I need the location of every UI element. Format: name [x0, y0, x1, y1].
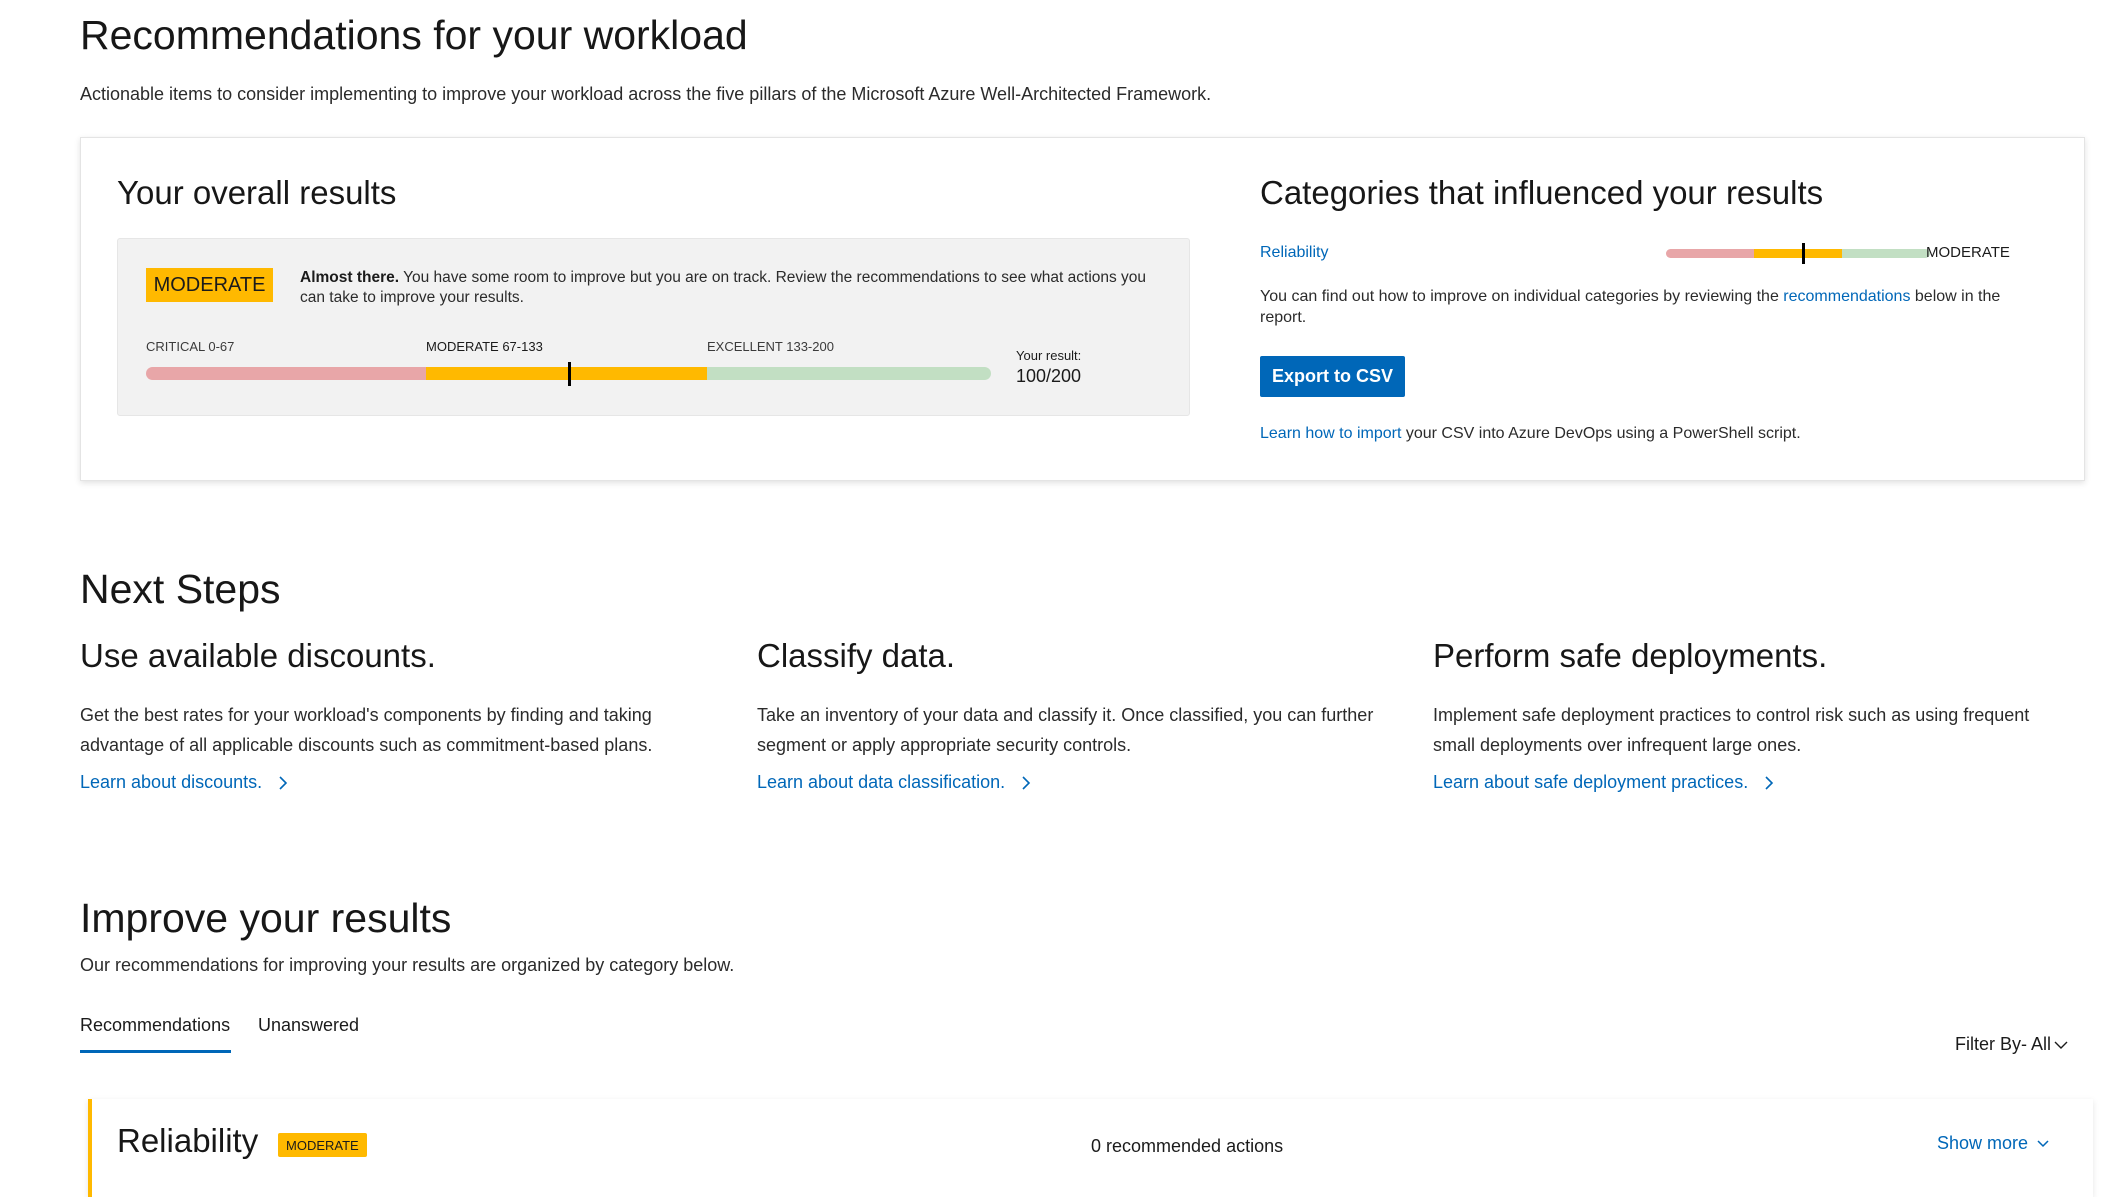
chevron-down-icon — [2037, 1139, 2049, 1147]
step-desc-classify: Take an inventory of your data and class… — [757, 705, 1374, 755]
results-message-bold: Almost there. — [300, 269, 400, 286]
overall-results-box — [117, 238, 1190, 416]
import-description: Learn how to import your CSV into Azure … — [1260, 425, 1801, 443]
step-link-discounts[interactable]: Learn about discounts. — [80, 772, 288, 793]
categories-title: Categories that influenced your results — [1260, 174, 1824, 211]
chevron-down-icon — [2054, 1041, 2068, 1049]
step-desc-discounts: Get the best rates for your workload's c… — [80, 705, 653, 755]
category-bar-excellent — [1842, 249, 1930, 258]
chevron-right-icon — [1765, 775, 1774, 790]
step-title-classify: Classify data. — [757, 637, 956, 674]
learn-import-link[interactable]: Learn how to import — [1260, 425, 1401, 442]
categories-text-before: You can find out how to improve on indiv… — [1260, 288, 1784, 305]
moderate-badge: MODERATE — [146, 268, 273, 302]
next-steps-title: Next Steps — [80, 566, 281, 612]
chevron-right-icon — [1022, 775, 1031, 790]
step-desc-deployments: Implement safe deployment practices to c… — [1433, 705, 2030, 755]
step-link-classify[interactable]: Learn about data classification. — [757, 772, 1031, 793]
chevron-right-icon — [279, 775, 288, 790]
categories-description: You can find out how to improve on indiv… — [1260, 286, 2040, 328]
score-bar-critical — [146, 367, 426, 380]
improve-subtitle: Our recommendations for improving your r… — [80, 955, 735, 975]
step-link-deployments[interactable]: Learn about safe deployment practices. — [1433, 772, 1774, 793]
step-link-classify-label: Learn about data classification. — [757, 772, 1006, 792]
filter-dropdown[interactable]: Filter By- All — [1955, 1034, 2069, 1055]
reliability-card-title: Reliability — [117, 1122, 259, 1159]
filter-label: Filter By- All — [1955, 1034, 2052, 1054]
segment-label-critical: CRITICAL 0-67 — [146, 339, 235, 354]
page-subtitle: Actionable items to consider implementin… — [80, 84, 1212, 104]
show-more-label: Show more — [1937, 1133, 2029, 1153]
page-title: Recommendations for your workload — [80, 12, 748, 58]
overall-results-title: Your overall results — [117, 174, 397, 211]
results-message: Almost there. You have some room to impr… — [300, 268, 1160, 308]
show-more-button[interactable]: Show more — [1937, 1133, 2050, 1154]
category-marker-reliability — [1802, 243, 1806, 264]
step-link-deployments-label: Learn about safe deployment practices. — [1433, 772, 1749, 792]
recommended-actions-count: 0 recommended actions — [1091, 1136, 1284, 1156]
score-bar-moderate — [426, 367, 707, 380]
tab-recommendations[interactable]: Recommendations — [80, 1015, 230, 1036]
score-bar-excellent — [707, 367, 991, 380]
your-result-label: Your result: — [1016, 348, 1082, 363]
recommendations-link[interactable]: recommendations — [1783, 288, 1910, 305]
tab-unanswered[interactable]: Unanswered — [258, 1015, 359, 1036]
segment-label-moderate: MODERATE 67-133 — [426, 339, 543, 354]
step-title-discounts: Use available discounts. — [80, 637, 436, 674]
category-bar-moderate — [1754, 249, 1842, 258]
category-level-reliability: MODERATE — [1926, 244, 2010, 261]
category-bar-critical — [1666, 249, 1754, 258]
tab-active-indicator — [80, 1050, 231, 1053]
step-title-deployments: Perform safe deployments. — [1433, 637, 1828, 674]
import-text-rest: your CSV into Azure DevOps using a Power… — [1401, 425, 1801, 442]
step-link-discounts-label: Learn about discounts. — [80, 772, 263, 792]
reliability-card-badge: MODERATE — [278, 1133, 367, 1157]
category-bar-reliability — [1666, 249, 1930, 258]
your-result-value: 100/200 — [1016, 366, 1082, 386]
page: Recommendations for your workload Action… — [0, 0, 2111, 1197]
category-link-reliability[interactable]: Reliability — [1260, 244, 1328, 262]
score-marker — [567, 362, 571, 386]
results-message-text: You have some room to improve but you ar… — [300, 269, 1147, 306]
export-csv-button[interactable]: Export to CSV — [1260, 356, 1405, 397]
segment-label-excellent: EXCELLENT 133-200 — [707, 339, 834, 354]
improve-title: Improve your results — [80, 895, 452, 941]
